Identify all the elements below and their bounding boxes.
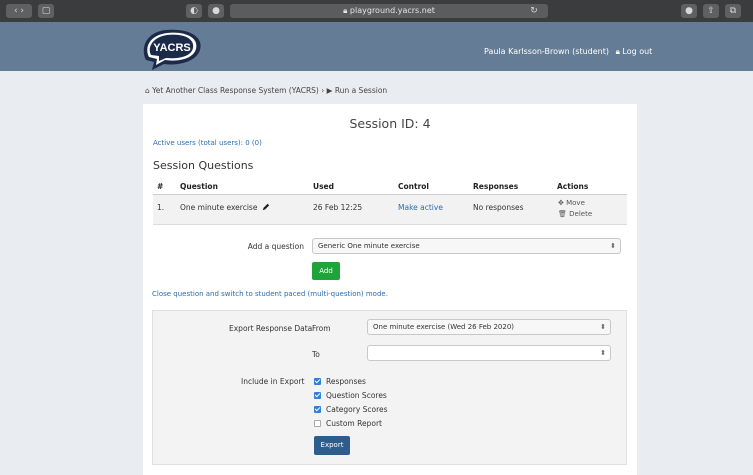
breadcrumb-separator: › — [321, 86, 325, 95]
select-arrows-icon: ⬍ — [600, 349, 606, 357]
breadcrumb: ⌂ Yet Another Class Response System (YAC… — [145, 86, 387, 95]
col-number: # — [157, 182, 164, 191]
extension-icon[interactable]: ● — [681, 4, 697, 18]
checkbox-checked[interactable] — [314, 378, 321, 385]
option-label: Responses — [326, 377, 366, 386]
move-icon: ✥ — [558, 199, 564, 207]
col-question: Question — [180, 182, 218, 191]
trash-icon: 🗑︎ — [558, 210, 567, 218]
page-title: Session ID: 4 — [349, 116, 431, 131]
yacrs-logo[interactable]: YACRS — [138, 26, 208, 70]
option-label: Question Scores — [326, 391, 387, 400]
breadcrumb-home[interactable]: Yet Another Class Response System (YACRS… — [152, 86, 319, 95]
address-bar[interactable]: 🔒︎ playground.yacrs.net — [230, 4, 548, 18]
privacy-icon[interactable]: ● — [208, 4, 224, 18]
move-label: Move — [566, 199, 585, 207]
pencil-icon[interactable] — [262, 203, 270, 211]
address-text: playground.yacrs.net — [349, 6, 435, 15]
sidebar-toggle-icon[interactable]: ▢ — [38, 4, 54, 18]
select-arrows-icon: ⬍ — [610, 242, 616, 250]
to-label: To — [312, 350, 320, 359]
option-label: Category Scores — [326, 405, 388, 414]
move-action[interactable]: ✥ Move — [558, 199, 585, 207]
reload-icon[interactable]: ↻ — [526, 4, 542, 18]
row-question: One minute exercise — [180, 203, 270, 212]
export-from-select[interactable]: One minute exercise (Wed 26 Feb 2020) ⬍ — [367, 319, 611, 335]
table-header: # Question Used Control Responses Action… — [153, 178, 627, 195]
active-users-link[interactable]: Active users (total users): 0 (0) — [153, 139, 262, 147]
option-question-scores[interactable]: Question Scores — [314, 391, 387, 400]
browser-toolbar: ‹ › ▢ ◐ ● 🔒︎ playground.yacrs.net ↻ ● ⇧ … — [0, 0, 753, 22]
make-active-link[interactable]: Make active — [398, 203, 443, 212]
lock-icon: 🔒︎ — [615, 47, 620, 56]
row-number: 1. — [157, 203, 165, 212]
col-used: Used — [313, 182, 335, 191]
from-label: From — [312, 324, 331, 333]
export-button[interactable]: Export — [314, 436, 350, 455]
add-question-label: Add a question — [247, 242, 304, 251]
tabs-icon[interactable]: ⧉ — [725, 4, 741, 18]
back-forward-button[interactable]: ‹ › — [6, 4, 32, 18]
option-category-scores[interactable]: Category Scores — [314, 405, 388, 414]
col-control: Control — [398, 182, 430, 191]
lock-icon: 🔒︎ — [343, 6, 348, 15]
question-title: One minute exercise — [180, 203, 258, 212]
app-header: YACRS Paula Karlsson-Brown (student) 🔒︎ … — [0, 22, 753, 71]
include-label: Include in Export — [241, 377, 305, 386]
switch-mode-link[interactable]: Close question and switch to student pac… — [152, 290, 388, 298]
row-used: 26 Feb 12:25 — [313, 203, 363, 212]
row-responses: No responses — [473, 203, 524, 212]
add-question-value: Generic One minute exercise — [318, 242, 420, 250]
logout-link[interactable]: Log out — [622, 47, 652, 56]
option-responses[interactable]: Responses — [314, 377, 366, 386]
reader-icon[interactable]: ◐ — [186, 4, 202, 18]
delete-action[interactable]: 🗑︎ Delete — [558, 210, 592, 218]
add-question-select[interactable]: Generic One minute exercise ⬍ — [312, 238, 621, 254]
export-label: Export Response Data — [229, 324, 313, 333]
table-row: 1. One minute exercise 26 Feb 12:25 Make… — [153, 195, 627, 225]
option-label: Custom Report — [326, 419, 382, 428]
checkbox-unchecked[interactable] — [314, 420, 321, 427]
share-icon[interactable]: ⇧ — [703, 4, 719, 18]
col-responses: Responses — [473, 182, 519, 191]
checkbox-checked[interactable] — [314, 392, 321, 399]
home-icon[interactable]: ⌂ — [145, 86, 150, 95]
select-arrows-icon: ⬍ — [600, 323, 606, 331]
export-to-select[interactable]: ⬍ — [367, 345, 611, 361]
session-questions-heading: Session Questions — [153, 159, 254, 172]
session-panel: Session ID: 4 Active users (total users)… — [143, 104, 637, 475]
export-from-value: One minute exercise (Wed 26 Feb 2020) — [373, 323, 515, 331]
user-info: Paula Karlsson-Brown (student) 🔒︎ Log ou… — [484, 47, 652, 57]
logo-text: YACRS — [153, 42, 191, 54]
breadcrumb-current: Run a Session — [334, 86, 388, 95]
col-actions: Actions — [557, 182, 589, 191]
export-section: Export Response Data From One minute exe… — [152, 310, 627, 465]
add-button[interactable]: Add — [312, 262, 340, 280]
option-custom-report[interactable]: Custom Report — [314, 419, 382, 428]
play-icon: ▶ — [326, 86, 333, 95]
user-name: Paula Karlsson-Brown (student) — [484, 47, 610, 56]
delete-label: Delete — [569, 210, 593, 218]
checkbox-checked[interactable] — [314, 406, 321, 413]
